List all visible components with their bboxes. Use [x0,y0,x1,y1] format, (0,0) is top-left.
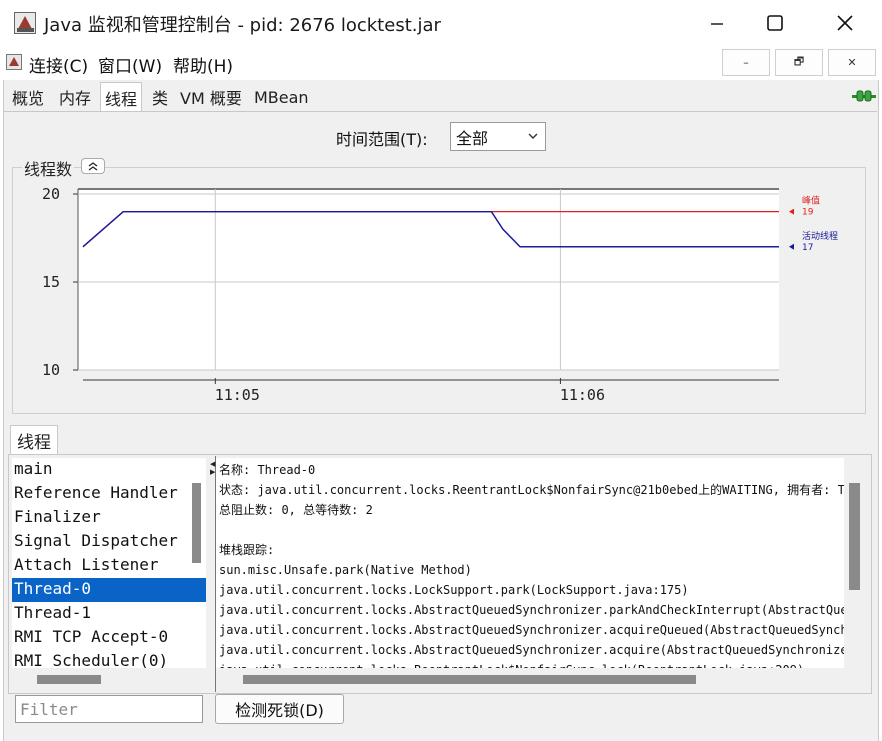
window-maximize-button[interactable] [740,0,810,46]
detail-line: 状态: java.util.concurrent.locks.Reentrant… [219,483,844,497]
thread-list-vertical-scrollbar[interactable] [192,483,201,563]
detail-line: 堆栈跟踪: [219,543,275,557]
thread-list-item[interactable]: Thread-1 [12,602,206,626]
tab-classes[interactable]: 类 [148,84,172,110]
tab-mbean[interactable]: MBean [250,84,313,110]
window-title: Java 监视和管理控制台 - pid: 2676 locktest.jar [44,15,441,36]
detail-line [219,520,844,540]
menu-window[interactable]: 窗口(W) [98,52,162,77]
thread-list[interactable]: main Reference Handler Finalizer Signal Dis… [12,458,206,668]
y-tick-label: 10 [42,361,60,379]
thread-list-item[interactable]: RMI TCP Accept-0 [12,626,206,650]
detail-line: 名称: Thread-0 [219,463,316,477]
split-arrows-icon[interactable]: ◀ ▶ [210,460,215,476]
thread-list-item[interactable]: RMI Scheduler(0) [12,650,206,668]
thread-list-item[interactable]: Signal Dispatcher [12,530,206,554]
threads-list-tab[interactable]: 线程 [10,425,58,455]
detail-line: 总阻止数: 0, 总等待数: 2 [219,503,373,517]
detail-line: java.util.concurrent.locks.ReentrantLock… [219,660,844,668]
java-console-icon [14,12,36,34]
thread-list-horizontal-scrollbar[interactable] [37,675,101,684]
frame-restore-button[interactable]: 🗗 [775,49,823,76]
thread-list-item[interactable]: Thread-0 [12,578,206,602]
chevron-down-icon [528,133,538,139]
y-tick-label: 20 [42,185,60,203]
y-tick-label: 15 [42,273,60,291]
legend-marker [789,243,794,250]
menu-help[interactable]: 帮助(H) [173,52,233,77]
legend-name: 活动线程 [802,230,838,242]
thread-list-item[interactable]: Finalizer [12,506,206,530]
detail-line: java.util.concurrent.locks.AbstractQueue… [219,623,844,637]
time-range-select[interactable]: 全部 [450,122,546,151]
x-tick-label: 11:06 [560,386,605,404]
frame-close-button[interactable]: ✕ [828,49,876,76]
window-maximize-icon [767,15,783,31]
thread-filter-input[interactable] [15,695,203,723]
menu-connection[interactable]: 连接(C) [29,52,88,77]
internal-frame-icon [6,54,22,70]
thread-details: 名称: Thread-0 状态: java.util.concurrent.loc… [216,458,844,668]
window-close-button[interactable] [810,0,880,46]
tab-memory[interactable]: 内存 [55,84,95,110]
legend-value: 19 [802,208,814,218]
details-vertical-scrollbar[interactable] [849,483,860,590]
time-range-label: 时间范围(T): [336,130,428,149]
legend-value: 17 [802,243,813,253]
thread-list-item[interactable]: Attach Listener [12,554,206,578]
plot-area [78,189,779,370]
detail-line: java.util.concurrent.locks.LockSupport.p… [219,583,689,597]
detect-deadlock-button[interactable]: 检测死锁(D) [215,694,344,724]
thread-count-chart: 20 15 10 11:05 11:06 峰值19 活动线程17 [42,185,838,404]
tab-overview[interactable]: 概览 [8,84,48,110]
detail-line: sun.misc.Unsafe.park(Native Method) [219,563,472,577]
thread-list-item[interactable]: main [12,458,206,482]
tab-threads[interactable]: 线程 [100,82,143,112]
split-pane-divider[interactable] [209,456,216,692]
window-close-icon [837,15,853,31]
time-range-value: 全部 [456,128,489,148]
legend-marker [789,208,794,215]
connection-status-icon [852,90,876,102]
x-tick-label: 11:05 [215,386,260,404]
thread-list-item[interactable]: Reference Handler [12,482,206,506]
legend-name: 峰值 [802,195,820,207]
detail-line: java.util.concurrent.locks.AbstractQueue… [219,603,844,617]
frame-minimize-button[interactable]: – [722,49,770,76]
detail-line: java.util.concurrent.locks.AbstractQueue… [219,643,844,657]
tab-vm-summary[interactable]: VM 概要 [176,84,246,110]
details-horizontal-scrollbar[interactable] [243,675,696,684]
window-minimize-icon [711,23,723,25]
